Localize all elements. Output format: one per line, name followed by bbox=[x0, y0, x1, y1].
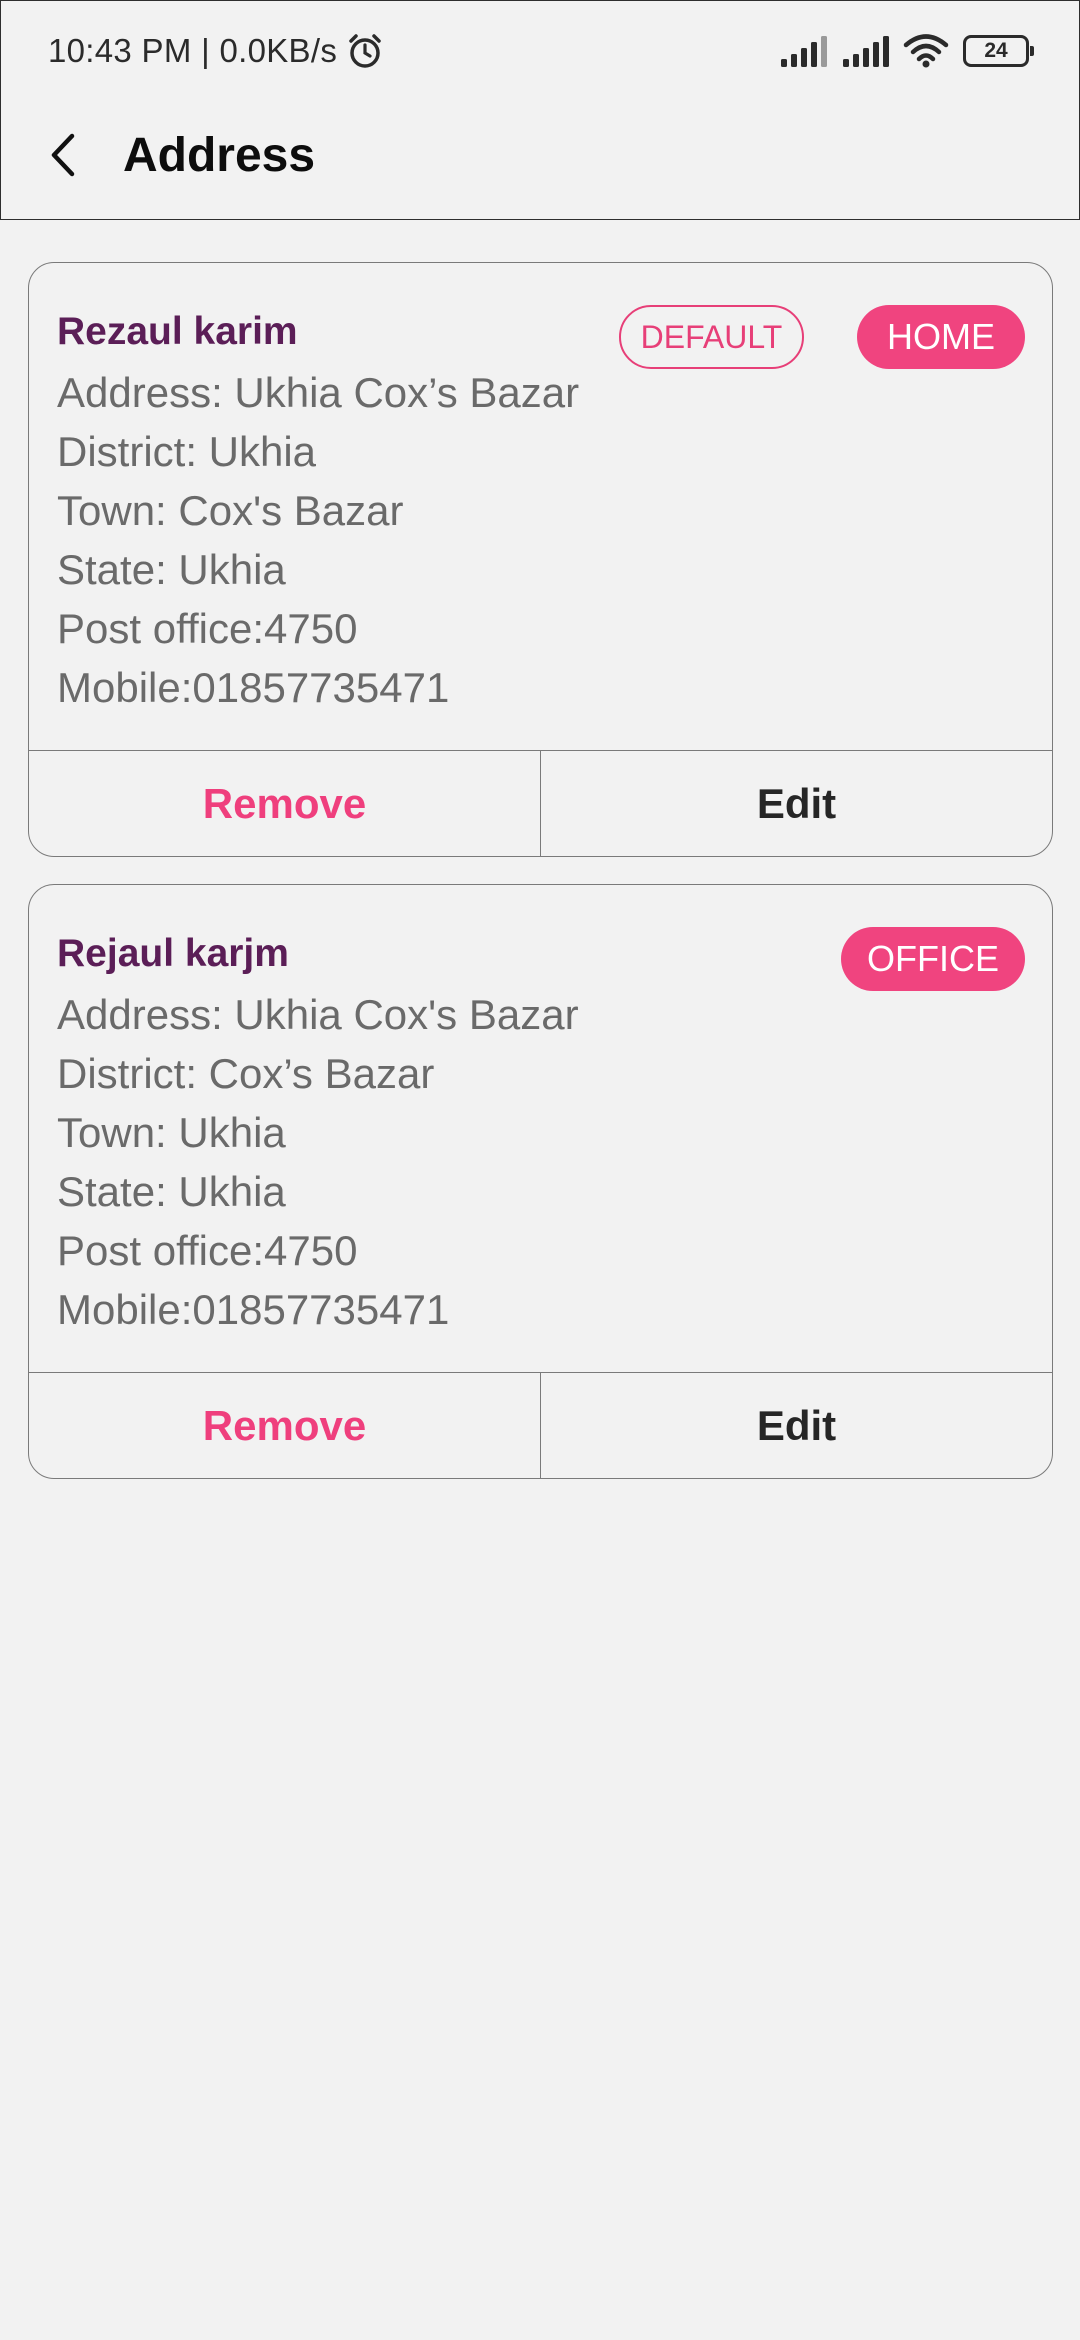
edit-button[interactable]: Edit bbox=[541, 751, 1052, 856]
remove-button[interactable]: Remove bbox=[29, 1373, 541, 1478]
battery-level: 24 bbox=[984, 39, 1008, 62]
district-line: District: Ukhia bbox=[57, 428, 317, 475]
battery-icon: 24 bbox=[963, 35, 1034, 67]
app-header: 10:43 PM | 0.0KB/s 24 Address bbox=[0, 0, 1080, 220]
default-badge: DEFAULT bbox=[619, 305, 804, 369]
district-line: District: Cox’s Bazar bbox=[57, 1050, 435, 1097]
signal-icon bbox=[781, 36, 827, 67]
status-bar-right: 24 bbox=[779, 31, 1034, 71]
edit-button[interactable]: Edit bbox=[541, 1373, 1052, 1478]
mobile-line: Mobile:01857735471 bbox=[57, 664, 450, 711]
address-card: Rejaul karjm Address: Ukhia Cox's Bazar … bbox=[28, 884, 1053, 1479]
signal-icon bbox=[843, 36, 889, 67]
remove-button[interactable]: Remove bbox=[29, 751, 541, 856]
office-badge: OFFICE bbox=[841, 927, 1025, 991]
card-actions: Remove Edit bbox=[29, 750, 1052, 856]
alarm-icon bbox=[349, 34, 381, 68]
state-line: State: Ukhia bbox=[57, 1168, 286, 1215]
status-time: 10:43 PM | 0.0KB/s bbox=[48, 32, 338, 69]
status-bar-left: 10:43 PM | 0.0KB/s bbox=[48, 31, 385, 71]
town-line: Town: Ukhia bbox=[57, 1109, 286, 1156]
page-title: Address bbox=[123, 128, 316, 182]
post-office-line: Post office:4750 bbox=[57, 1227, 358, 1274]
wifi-icon bbox=[903, 34, 949, 68]
mobile-line: Mobile:01857735471 bbox=[57, 1286, 450, 1333]
post-office-line: Post office:4750 bbox=[57, 605, 358, 652]
card-actions: Remove Edit bbox=[29, 1372, 1052, 1478]
back-button[interactable] bbox=[43, 125, 83, 185]
address-card: Rezaul karim Address: Ukhia Cox’s Bazar … bbox=[28, 262, 1053, 857]
state-line: State: Ukhia bbox=[57, 546, 286, 593]
home-badge: HOME bbox=[857, 305, 1025, 369]
address-line: Address: Ukhia Cox’s Bazar bbox=[57, 369, 580, 416]
address-line: Address: Ukhia Cox's Bazar bbox=[57, 991, 579, 1038]
chevron-left-icon bbox=[51, 133, 75, 177]
town-line: Town: Cox's Bazar bbox=[57, 487, 404, 534]
